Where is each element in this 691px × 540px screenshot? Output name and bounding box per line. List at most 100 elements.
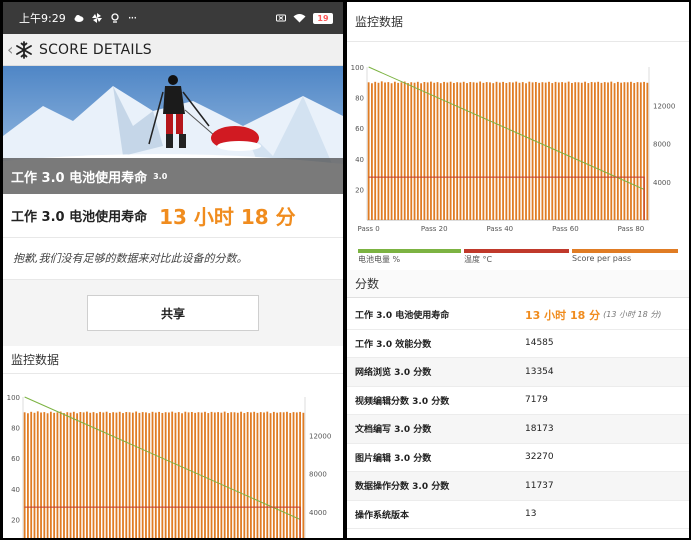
score-bar xyxy=(204,411,206,538)
score-bar xyxy=(525,83,527,220)
score-bar xyxy=(623,82,626,220)
score-bar xyxy=(410,82,413,220)
score-bar xyxy=(115,412,118,538)
score-bar xyxy=(174,412,177,538)
score-bar xyxy=(492,83,495,220)
score-name: 工作 3.0 效能分数 xyxy=(355,339,432,350)
legend-swatch-battery xyxy=(358,249,462,253)
score-bar xyxy=(72,411,75,538)
score-bar xyxy=(168,412,170,538)
score-bar xyxy=(230,412,233,538)
legend-temperature: 温度 °C xyxy=(464,244,570,265)
score-bar xyxy=(27,413,29,538)
score-row: 网络浏览 3.0 分数 13354 xyxy=(347,358,689,387)
score-bar xyxy=(256,412,259,538)
score-bar xyxy=(380,81,383,220)
score-bar xyxy=(95,413,98,538)
score-bar xyxy=(610,81,613,220)
x-tick-label: Pass 20 xyxy=(421,225,448,233)
score-bar xyxy=(554,81,557,220)
score-bar xyxy=(92,412,95,538)
score-bar xyxy=(584,81,586,220)
score-bar xyxy=(393,81,396,220)
score-bar xyxy=(89,412,92,538)
left-tick-label: 80 xyxy=(11,425,20,433)
score-bar xyxy=(567,81,570,220)
score-bar xyxy=(292,412,295,538)
score-bar xyxy=(220,412,223,538)
score-subvalue: (13 小时 18 分) xyxy=(603,310,662,320)
score-bar xyxy=(443,81,445,220)
hero-caption: 工作 3.0 电池使用寿命 3.0 xyxy=(3,158,343,194)
x-tick-label: Pass 60 xyxy=(552,225,579,233)
score-bar xyxy=(138,412,141,538)
score-bar xyxy=(495,81,498,221)
score-bar xyxy=(253,411,256,538)
score-bar xyxy=(154,412,157,538)
score-bar xyxy=(190,412,193,538)
score-bar xyxy=(266,411,269,538)
chart-legend: 电池电量 % 温度 °C Score per pass xyxy=(358,244,678,265)
hero-test-name: 工作 3.0 电池使用寿命 xyxy=(11,170,148,186)
score-bar xyxy=(544,82,547,220)
score-bar xyxy=(46,413,49,538)
score-bar xyxy=(482,82,485,220)
score-bar xyxy=(122,413,124,538)
score-bar xyxy=(597,81,600,221)
score-bar xyxy=(426,82,429,220)
score-bar xyxy=(502,81,504,220)
score-bar xyxy=(420,83,423,220)
score-bar xyxy=(479,81,482,220)
left-tick-label: 80 xyxy=(355,95,364,103)
score-bar xyxy=(161,412,164,538)
comparison-notice: 抱歉,我们没有足够的数据来对比此设备的分数。 xyxy=(3,238,343,280)
status-time: 上午9:29 xyxy=(19,12,66,25)
score-bar xyxy=(489,82,491,220)
score-bar xyxy=(541,82,544,220)
score-value: 13 小时 18 分 xyxy=(525,308,601,322)
mute-icon xyxy=(276,14,286,22)
score-bar xyxy=(164,412,167,538)
x-tick-label: Pass 40 xyxy=(486,225,513,233)
score-bar xyxy=(40,412,42,538)
right-tick-label: 8000 xyxy=(309,471,327,479)
score-bar xyxy=(145,412,147,538)
score-bar xyxy=(371,83,373,220)
left-tick-label: 60 xyxy=(11,455,20,463)
scores-table: 工作 3.0 电池使用寿命 13 小时 18 分 (13 小时 18 分) 工作… xyxy=(347,301,689,529)
score-bar xyxy=(593,82,596,220)
score-value: 32270 xyxy=(525,452,554,463)
monitor-chart-left: 100 80 60 40 20 12000 8000 4000 xyxy=(7,394,331,538)
left-phone-screen: 上午9:29 ··· 19 ‹ SCORE DETAILS 工作 3.0 电池使… xyxy=(3,2,343,538)
score-bar xyxy=(472,82,475,220)
legend-score-label: Score per pass xyxy=(572,254,632,263)
score-name: 图片编辑 3.0 分数 xyxy=(355,453,432,464)
right-tick-label: 12000 xyxy=(653,102,675,110)
score-bar xyxy=(272,411,275,538)
score-bar xyxy=(66,412,69,538)
right-tick-label: 12000 xyxy=(309,432,331,440)
score-bar xyxy=(86,411,88,538)
battery-indicator: 19 xyxy=(313,12,333,24)
cloud-icon xyxy=(74,15,84,22)
score-bar xyxy=(630,81,632,221)
score-row: 文档编写 3.0 分数 18173 xyxy=(347,415,689,444)
score-bar xyxy=(377,82,380,220)
back-chevron-icon[interactable]: ‹ xyxy=(7,40,15,59)
score-bar xyxy=(184,411,187,538)
score-bar xyxy=(249,412,252,538)
score-bar xyxy=(30,411,33,538)
score-bar xyxy=(613,83,616,220)
score-bar xyxy=(59,411,62,538)
score-bar xyxy=(128,412,131,538)
score-bar xyxy=(505,82,508,220)
score-bar xyxy=(63,413,65,538)
score-bar xyxy=(263,412,265,538)
score-bar xyxy=(23,412,26,538)
score-bar xyxy=(276,412,279,538)
right-tick-label: 8000 xyxy=(653,141,671,149)
score-value: 13354 xyxy=(525,366,554,377)
score-bar xyxy=(246,412,249,538)
share-button[interactable]: 共享 xyxy=(87,295,259,331)
scores-section-title: 分数 xyxy=(347,270,689,298)
